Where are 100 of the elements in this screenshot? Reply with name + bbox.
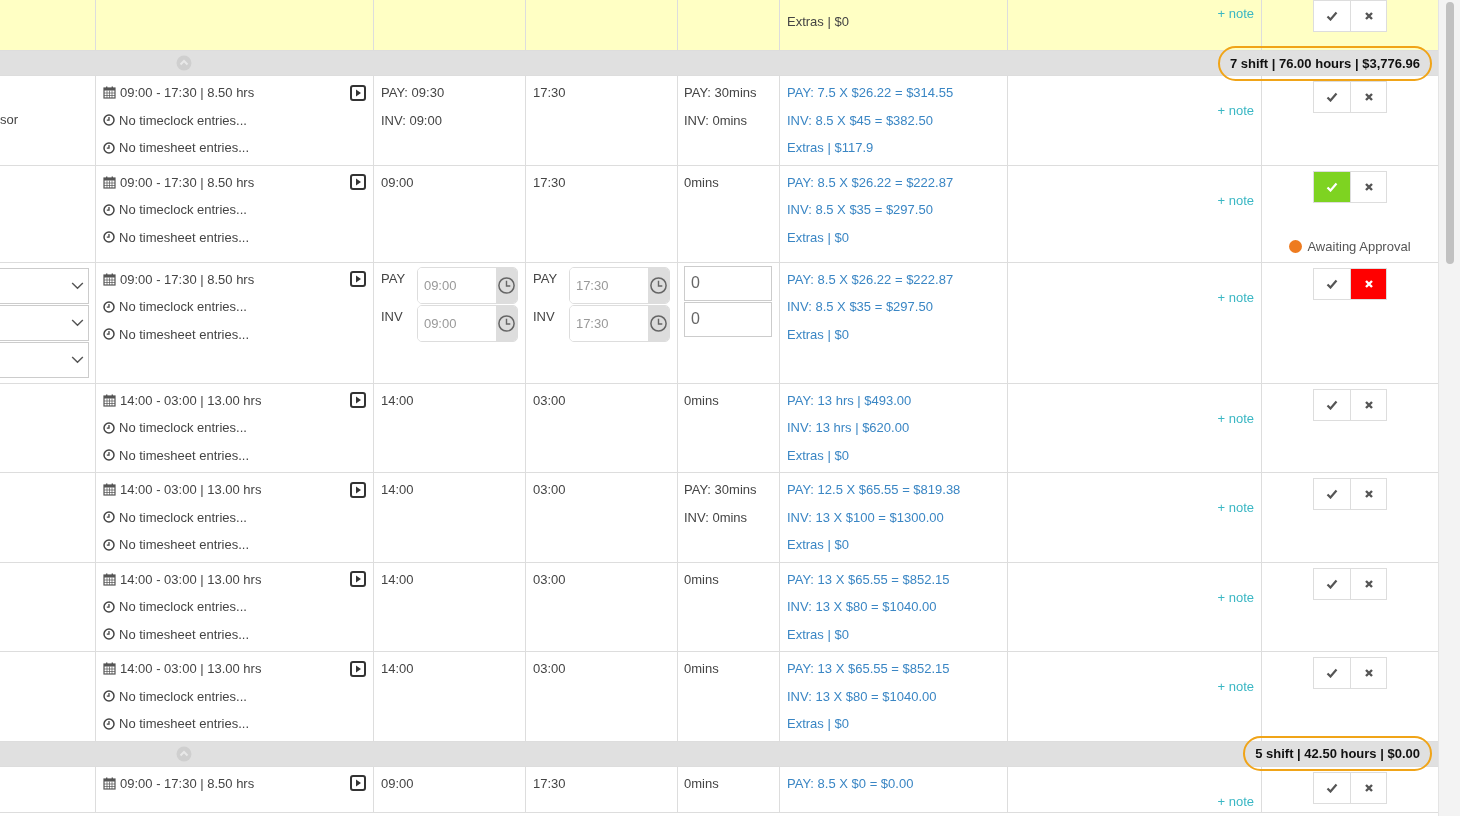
dropdown-field[interactable] [0,304,89,341]
start-time-text: 09:00 [381,173,415,192]
reject-button[interactable] [1350,268,1386,299]
start-time-text: 14:00 [381,391,415,410]
pay-calculation-link[interactable]: PAY: 12.5 X $65.55 = $819.38 [787,476,1000,504]
field-label: INV [533,307,556,324]
close-icon [1363,578,1374,589]
pay-calculation-link[interactable]: INV: 8.5 X $45 = $382.50 [787,106,1000,134]
pay-calculation-link[interactable]: INV: 13 X $80 = $1040.00 [787,682,1000,710]
shift-time-text: 14:00 - 03:00 | 13.00 hrs [120,392,262,408]
calendar-icon [103,86,116,100]
add-note-link[interactable]: + note [1217,104,1254,118]
clock-icon [103,114,115,127]
play-icon[interactable] [350,660,366,677]
shift-time-text: 09:00 - 17:30 | 8.50 hrs [120,775,255,791]
close-icon [1363,92,1374,102]
play-icon[interactable] [350,271,366,288]
dropdown-field[interactable] [0,267,89,304]
pay-calculation-link[interactable]: PAY: 8.5 X $26.22 = $222.87 [787,168,1000,196]
check-icon [1326,181,1338,192]
end-time-text: 17:30 [533,173,567,192]
close-icon [1363,489,1374,499]
shift-time-text: 09:00 - 17:30 | 8.50 hrs [120,271,255,287]
pay-calculation-link[interactable]: INV: 13 X $80 = $1040.00 [787,593,1000,621]
close-icon [1363,399,1374,410]
pay-calculation-link[interactable]: INV: 8.5 X $35 = $297.50 [787,196,1000,224]
shift-time-text: 09:00 - 17:30 | 8.50 hrs [120,174,255,190]
reject-button[interactable] [1350,1,1386,31]
calendar-icon [103,483,116,497]
pay-calculation-link[interactable]: Extras | $0 [787,441,1000,469]
dropdown-field[interactable] [0,341,89,378]
break-text: 0mins [684,660,720,678]
check-icon [1326,11,1338,21]
play-icon[interactable] [350,84,366,101]
pay-calculation-link[interactable]: PAY: 7.5 X $26.22 = $314.55 [787,79,1000,107]
pay-calculation-link[interactable]: PAY: 13 hrs | $493.00 [787,386,1000,414]
time-input-field[interactable]: 17:30 [568,304,670,342]
pay-calculation-link[interactable]: Extras | $0 [787,7,1000,35]
add-note-link[interactable]: + note [1217,794,1254,809]
pay-calculation-link[interactable]: Extras | $117.9 [787,134,1000,162]
pay-calculation-link[interactable]: Extras | $0 [787,223,1000,251]
chevron-icon [71,355,84,364]
add-note-link[interactable]: + note [1217,193,1254,208]
play-icon[interactable] [350,775,366,792]
shift-time-text: 14:00 - 03:00 | 13.00 hrs [120,571,262,587]
time-input-field[interactable]: 17:30 [568,266,670,304]
time-input-field[interactable]: 09:00 [416,266,518,304]
group-summary: 7 shift | 76.00 hours | $3,776.96 [1217,45,1432,81]
start-time-text: 14:00 [381,570,415,589]
calendar-icon [103,175,116,189]
start-time-text: 09:00 [381,774,415,793]
play-icon[interactable] [350,481,366,498]
time-input-field[interactable]: 09:00 [416,304,518,342]
pay-calculation-link[interactable]: PAY: 8.5 X $0 = $0.00 [787,769,1000,797]
break-input-field[interactable]: 0 [684,301,772,337]
add-note-link[interactable]: + note [1217,411,1254,426]
close-icon [1363,668,1374,678]
timesheet-text: No timesheet entries... [119,447,250,463]
calendar-icon [103,272,116,286]
timeclock-text: No timeclock entries... [119,420,247,436]
break-input-field[interactable]: 0 [684,265,772,301]
clock-icon [103,690,115,703]
timesheet-text: No timesheet entries... [119,326,250,342]
timesheet-text: No timesheet entries... [119,537,250,553]
check-icon [1326,782,1338,793]
play-icon[interactable] [350,392,366,409]
add-note-link[interactable]: + note [1217,501,1254,515]
close-icon [1363,181,1374,192]
pay-calculation-link[interactable]: Extras | $0 [787,320,1000,348]
pay-calculation-link[interactable]: PAY: 13 X $65.55 = $852.15 [787,565,1000,593]
break-text: PAY: 30mins [684,481,758,499]
role-text: sor [0,112,20,128]
clock-icon [103,600,115,613]
pay-calculation-link[interactable]: INV: 13 X $100 = $1300.00 [787,503,1000,531]
scrollbar[interactable] [1438,0,1460,816]
clock-icon [648,313,668,333]
pay-calculation-link[interactable]: Extras | $0 [787,710,1000,738]
end-time-text: 03:00 [533,660,567,678]
scrollbar-thumb[interactable] [1445,2,1454,264]
shift-time-text: 14:00 - 03:00 | 13.00 hrs [120,482,262,498]
approve-button[interactable] [1314,1,1350,31]
pay-calculation-link[interactable]: INV: 13 hrs | $620.00 [787,414,1000,442]
pay-calculation-link[interactable]: PAY: 13 X $65.55 = $852.15 [787,655,1000,683]
chevron-icon [71,281,84,290]
pay-calculation-link[interactable]: INV: 8.5 X $35 = $297.50 [787,293,1000,321]
play-icon[interactable] [350,174,366,191]
clock-icon [103,300,115,313]
clock-icon [103,231,115,244]
add-note-link[interactable]: + note [1217,680,1254,694]
close-icon [1363,278,1374,289]
timeclock-text: No timeclock entries... [119,509,247,525]
play-icon[interactable] [350,571,366,588]
add-note-link[interactable]: + note [1217,590,1254,605]
pay-calculation-link[interactable]: Extras | $0 [787,620,1000,648]
pay-calculation-link[interactable]: Extras | $0 [787,531,1000,559]
add-note-link[interactable]: + note [1217,290,1254,305]
add-note-link[interactable]: + note [1217,7,1254,21]
clock-icon [103,421,115,434]
check-icon [1326,489,1338,499]
pay-calculation-link[interactable]: PAY: 8.5 X $26.22 = $222.87 [787,265,1000,293]
